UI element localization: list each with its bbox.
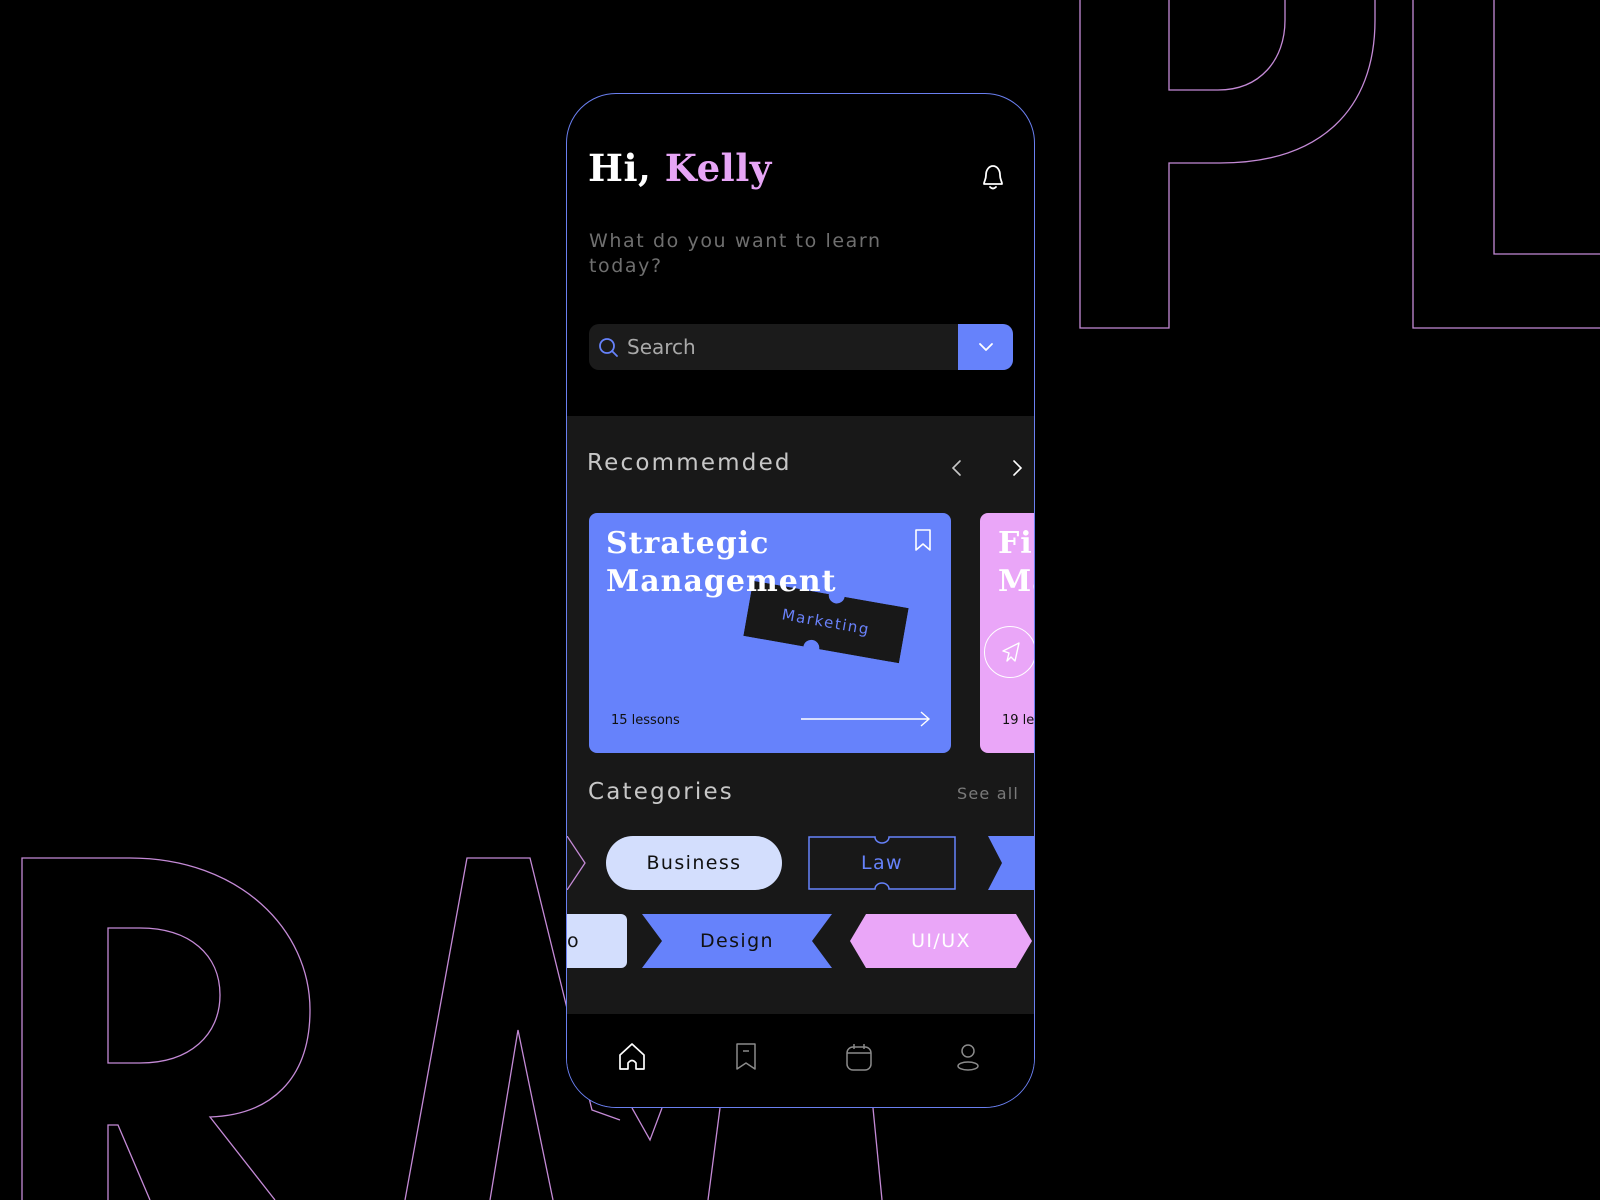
greeting: Hi, Kelly [588, 146, 772, 190]
letter-r-outline [21, 857, 311, 1200]
categories-title: Categories [588, 779, 734, 805]
cursor-icon [1002, 642, 1020, 662]
course-card[interactable]: Strategic Management Marketing 15 lesson… [589, 513, 951, 753]
chip-label: UI/UX [911, 930, 971, 952]
bookmark-icon[interactable] [913, 527, 933, 553]
pink-arrow-shape [567, 836, 586, 890]
chevron-left-icon[interactable] [945, 456, 969, 480]
course-title-line1: Strategic [606, 526, 770, 561]
chip-label: Law [861, 852, 903, 874]
category-chip-design[interactable]: Design [642, 914, 832, 968]
chevron-down-icon [978, 343, 993, 351]
chip-label: Business [646, 852, 742, 874]
course-title-line2: Management [606, 564, 837, 599]
chip-label: Design [699, 930, 774, 952]
category-chip-partial[interactable]: o [567, 914, 627, 968]
letter-l-outline [1412, 0, 1600, 329]
bottom-tab-bar [567, 1014, 1034, 1107]
category-chip-partial[interactable] [988, 836, 1035, 890]
arrow-right-icon[interactable] [799, 709, 933, 729]
user-icon[interactable] [952, 1041, 984, 1073]
course-title: Strategic Management [606, 525, 836, 601]
chevron-right-icon[interactable] [1005, 456, 1029, 480]
lessons-count: 19 les [1002, 713, 1035, 728]
course-title: Fi Ma [998, 525, 1034, 601]
letter-p-outline [1079, 0, 1376, 329]
course-title-line1: Fi [998, 526, 1033, 561]
recommended-title: Recommemded [587, 450, 792, 476]
see-all-link[interactable]: See all [957, 784, 1019, 803]
search-icon [599, 338, 618, 357]
bell-icon[interactable] [980, 162, 1006, 192]
content-panel: Recommemded Strategic Management Marketi… [567, 416, 1035, 1014]
lessons-count: 15 lessons [611, 713, 680, 728]
user-name: Kelly [664, 146, 772, 190]
bookmark-icon[interactable] [730, 1041, 762, 1073]
calendar-icon[interactable] [843, 1041, 875, 1073]
chip-label: o [567, 930, 581, 952]
send-badge [984, 626, 1034, 678]
phone-frame: Hi, Kelly What do you want to learn toda… [566, 93, 1035, 1108]
course-title-line2: Ma [998, 564, 1034, 599]
category-chip-business[interactable]: Business [606, 836, 782, 890]
home-icon[interactable] [616, 1041, 648, 1073]
category-chip-law[interactable]: Law [808, 836, 956, 890]
course-card[interactable]: Fi Ma 19 les [980, 513, 1035, 753]
search-input[interactable] [627, 324, 947, 370]
search-bar [589, 324, 1013, 370]
greeting-prefix: Hi, [588, 146, 652, 190]
category-chip-uiux[interactable]: UI/UX [850, 914, 1032, 968]
search-dropdown-button[interactable] [958, 324, 1013, 370]
subtitle: What do you want to learn today? [589, 230, 882, 277]
